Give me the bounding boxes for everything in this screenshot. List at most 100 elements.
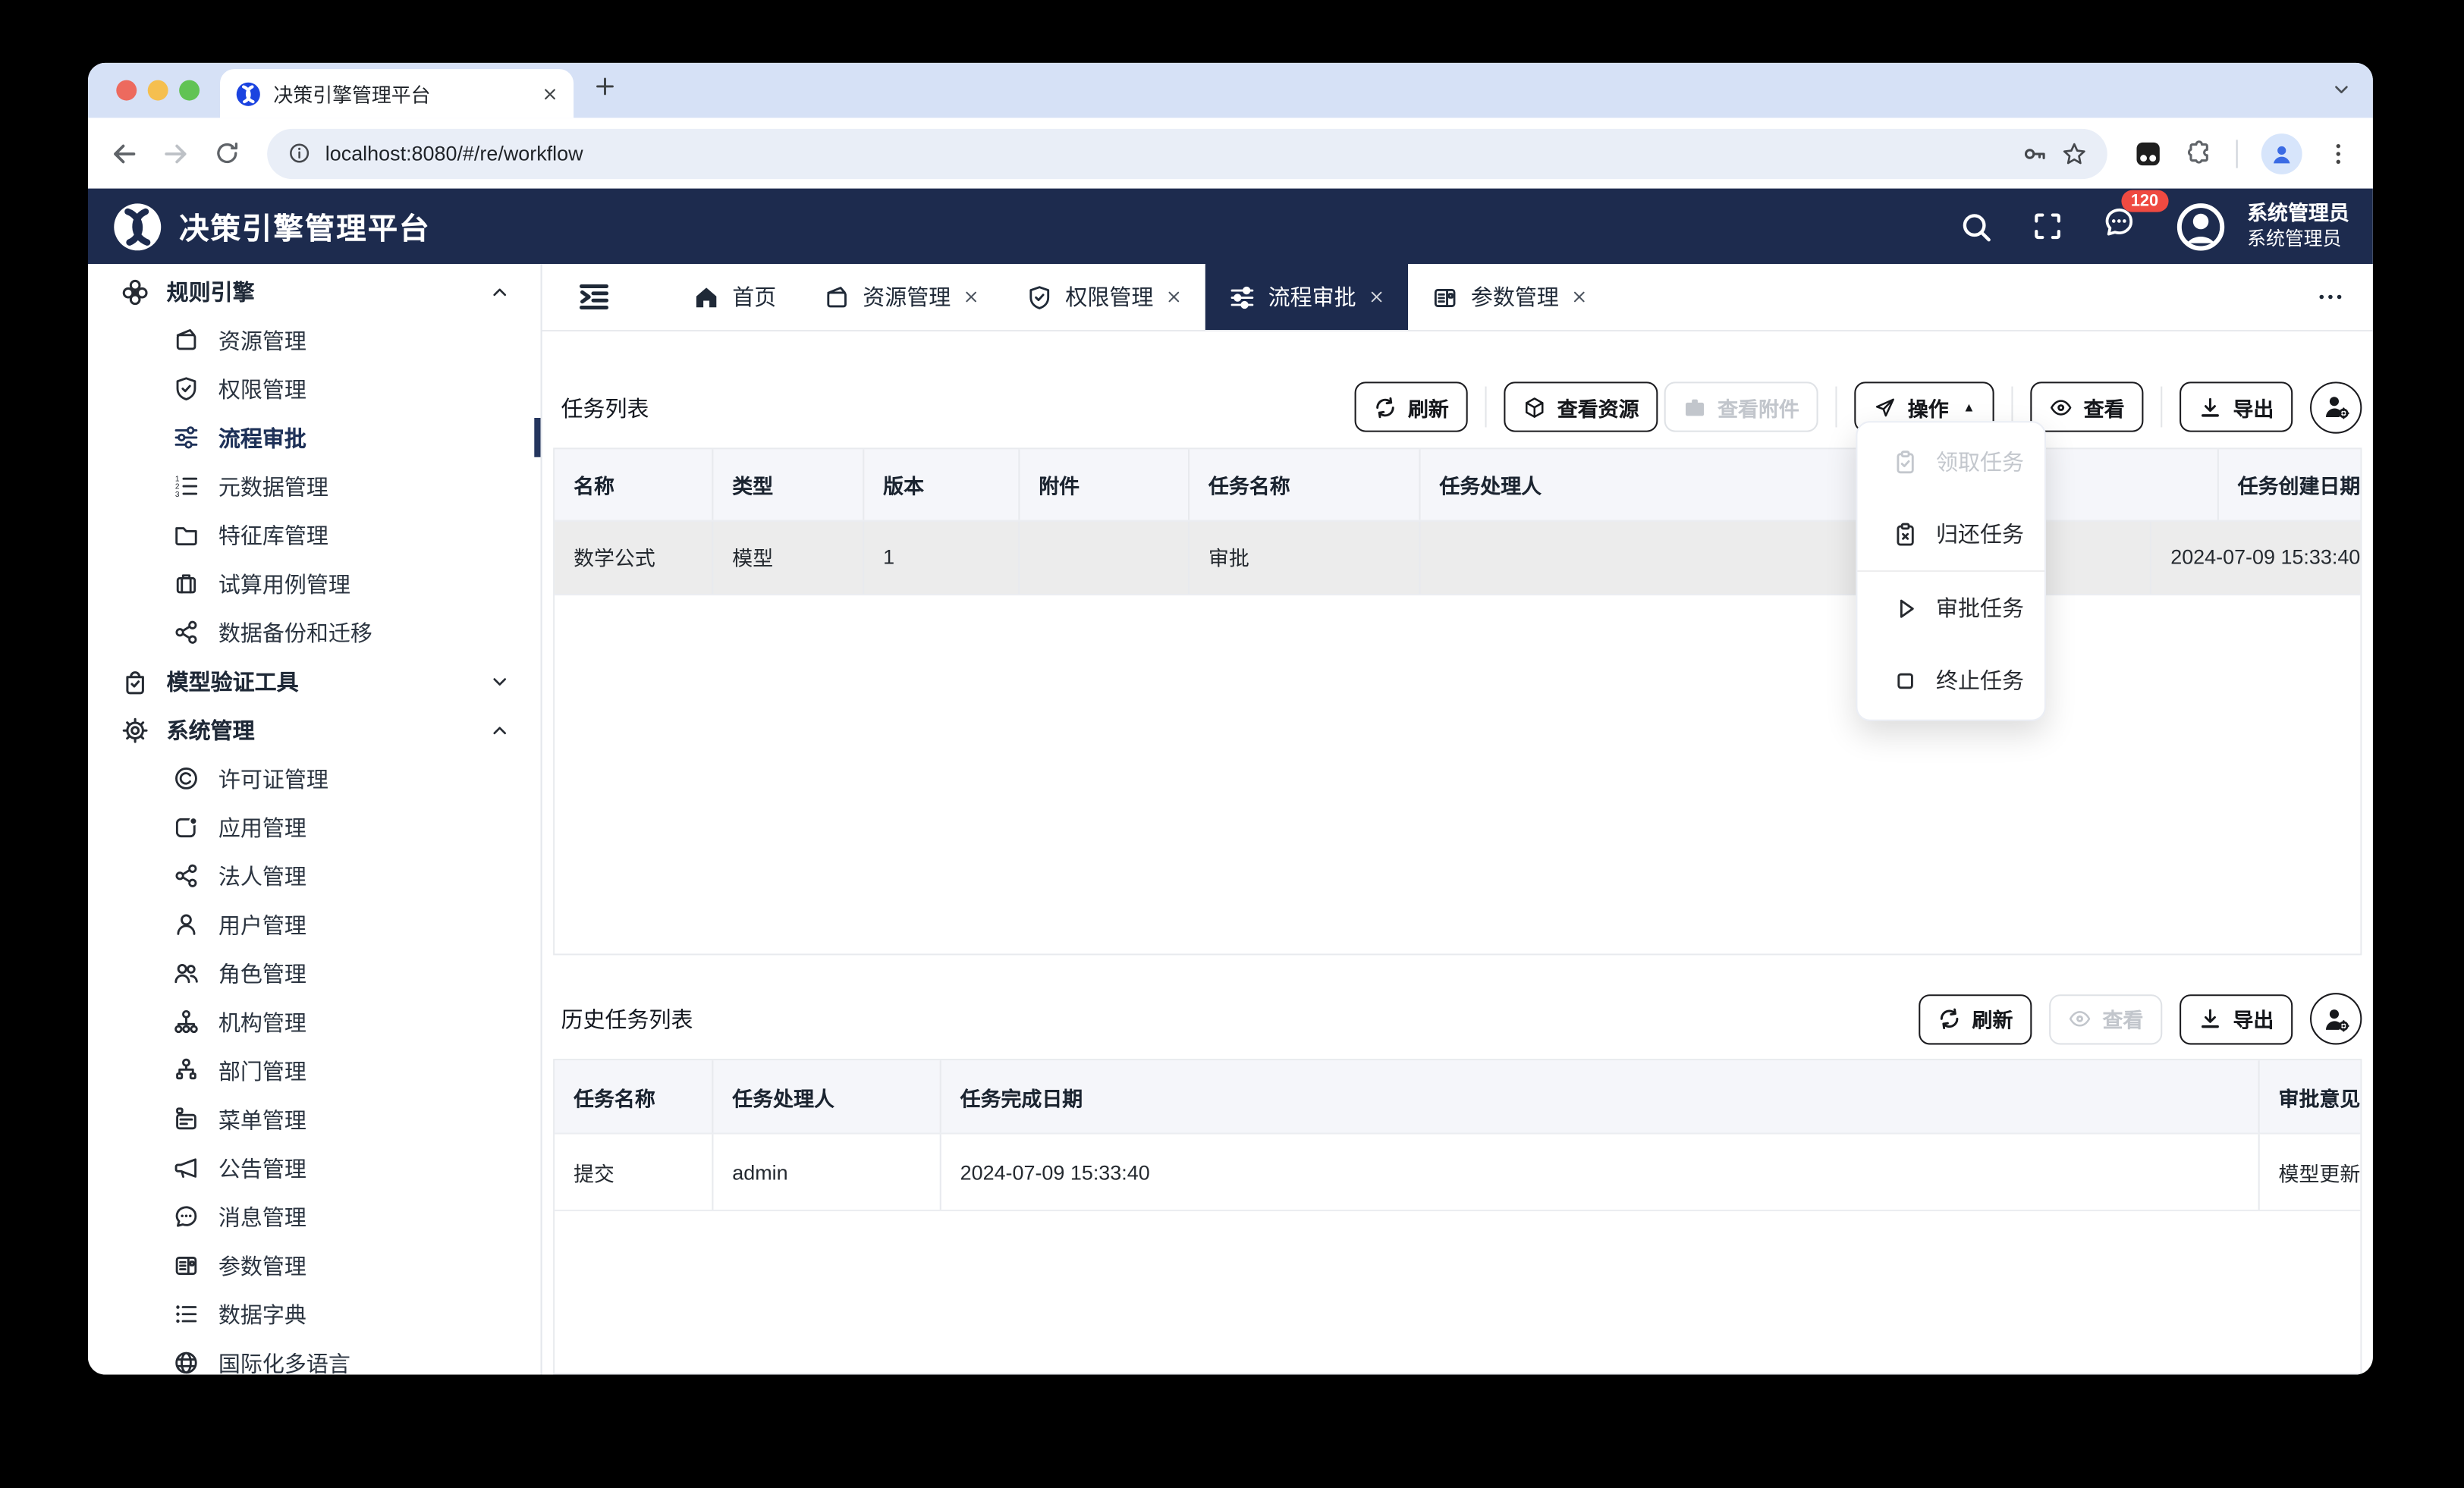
sidebar-item[interactable]: 资源管理 [88,315,541,364]
sidebar-item[interactable]: 参数管理 [88,1241,541,1289]
table-row[interactable]: 数学公式模型1审批2024-07-09 15:33:40 [555,520,2360,594]
column-settings-button[interactable] [2310,381,2362,433]
close-window-button[interactable] [116,80,137,101]
back-button[interactable] [110,139,138,167]
share-icon [173,862,200,889]
more-tabs-icon[interactable] [2316,283,2344,311]
view-button[interactable]: 查看 [2030,382,2143,432]
sidebar-item[interactable]: 法人管理 [88,852,541,900]
action-menu-item[interactable]: 审批任务 [1857,570,2044,644]
new-tab-button[interactable] [594,75,616,97]
tab-close-icon[interactable] [542,86,558,102]
user-avatar[interactable] [2175,200,2227,252]
reload-button[interactable] [214,140,240,166]
task-table-empty-area [555,594,2360,953]
column-header: 审批意见 [2260,1060,2361,1132]
sidebar-group[interactable]: 模型验证工具 [88,657,541,705]
extensions-icon[interactable] [2186,140,2212,166]
user-icon [173,911,200,937]
history-export-button[interactable]: 导出 [2180,994,2293,1044]
minimize-window-button[interactable] [148,80,168,101]
sidebar-item[interactable]: 公告管理 [88,1144,541,1192]
page-tab-close-icon[interactable] [963,289,979,305]
sidebar-item-label: 机构管理 [218,1006,306,1038]
sidebar-item[interactable]: 试算用例管理 [88,559,541,607]
history-table-header: 任务名称任务处理人任务完成日期审批意见 [555,1060,2360,1132]
sidebar-collapse-icon[interactable] [578,281,609,312]
task-section-header: 任务列表 刷新 查看资源 [553,331,2362,447]
sidebar-item[interactable]: 特征库管理 [88,510,541,559]
sidebar-item[interactable]: 机构管理 [88,997,541,1046]
view-resource-button[interactable]: 查看资源 [1504,382,1658,432]
send-icon [1873,396,1897,419]
play-icon [1892,595,1919,621]
page-tab[interactable]: 首页 [669,264,800,330]
sidebar-item-label: 法人管理 [218,860,306,891]
table-cell: 1 [864,522,1020,594]
search-icon[interactable] [1960,210,1993,243]
browser-tab[interactable]: 决策引擎管理平台 [220,69,574,118]
forward-button[interactable] [162,139,190,167]
sidebar-item[interactable]: 数据备份和迁移 [88,608,541,657]
sidebar-item[interactable]: 部门管理 [88,1047,541,1095]
sidebar-item[interactable]: 国际化多语言 [88,1339,541,1375]
history-refresh-button[interactable]: 刷新 [1919,994,2032,1044]
page-tab-close-icon[interactable] [1571,289,1587,305]
toolbar-divider [1835,388,1837,429]
sidebar-item-label: 许可证管理 [218,763,328,794]
page-tab[interactable]: 流程审批 [1205,264,1408,330]
history-column-settings-button[interactable] [2310,993,2362,1044]
site-info-icon[interactable] [288,141,311,165]
sidebar-item[interactable]: 用户管理 [88,900,541,949]
page-tab-close-icon[interactable] [1166,289,1182,305]
sidebar-item[interactable]: 123 元数据管理 [88,462,541,510]
url-text[interactable]: localhost:8080/#/re/workflow [325,141,2009,165]
sidebar-item[interactable]: 流程审批 [88,413,541,462]
page-tab-label: 权限管理 [1065,281,1153,312]
user-info[interactable]: 系统管理员 系统管理员 [2247,201,2349,252]
bookmark-icon[interactable] [2062,140,2087,165]
sidebar-item-label: 应用管理 [218,811,306,843]
shield-check-icon [1026,284,1053,310]
sidebar-group[interactable]: 规则引擎 [88,267,541,315]
password-manager-icon[interactable] [2022,140,2048,165]
history-view-button[interactable]: 查看 [2049,994,2162,1044]
eye-icon [2068,1007,2092,1031]
browser-menu-icon[interactable] [2326,140,2351,165]
sidebar-item[interactable]: 菜单管理 [88,1095,541,1144]
action-menu-item[interactable]: 归还任务 [1857,498,2044,570]
view-attachment-button[interactable]: 查看附件 [1664,382,1818,432]
org-tree-icon [173,1009,200,1035]
extension-shortcut-icon[interactable] [2134,139,2162,167]
table-row[interactable]: 提交admin2024-07-09 15:33:40模型更新 [555,1133,2360,1210]
page-tab-close-icon[interactable] [1369,289,1384,305]
page-tab[interactable]: 权限管理 [1003,264,1205,330]
page-tab[interactable]: 参数管理 [1408,264,1611,330]
sidebar-group[interactable]: 系统管理 [88,705,541,754]
wallet-icon [823,284,850,310]
action-menu-item[interactable]: 终止任务 [1857,644,2044,716]
sidebar-item[interactable]: 许可证管理 [88,754,541,802]
menu-card-icon [173,1106,200,1132]
address-bar[interactable]: localhost:8080/#/re/workflow [267,128,2107,178]
zoom-window-button[interactable] [179,80,200,101]
action-menu-item[interactable]: 领取任务 [1857,425,2044,498]
messages-button[interactable]: 120 [2103,206,2136,246]
export-button[interactable]: 导出 [2180,382,2293,432]
table-cell: 提交 [555,1135,713,1210]
sliders-icon [1229,284,1256,310]
sidebar-item[interactable]: 角色管理 [88,949,541,997]
page-tab[interactable]: 资源管理 [800,264,1002,330]
page-tab-label: 资源管理 [863,281,951,312]
browser-profile-avatar[interactable] [2261,133,2302,174]
sidebar-item[interactable]: 数据字典 [88,1290,541,1339]
chevron-down-icon [490,672,509,691]
profile-icon [2269,140,2294,165]
tab-search-icon[interactable] [2332,80,2351,99]
message-count-badge: 120 [2121,190,2167,212]
sidebar-item[interactable]: 权限管理 [88,365,541,413]
sidebar-item[interactable]: 消息管理 [88,1192,541,1241]
fullscreen-icon[interactable] [2032,211,2063,242]
refresh-button[interactable]: 刷新 [1355,382,1468,432]
sidebar-item[interactable]: 应用管理 [88,803,541,852]
